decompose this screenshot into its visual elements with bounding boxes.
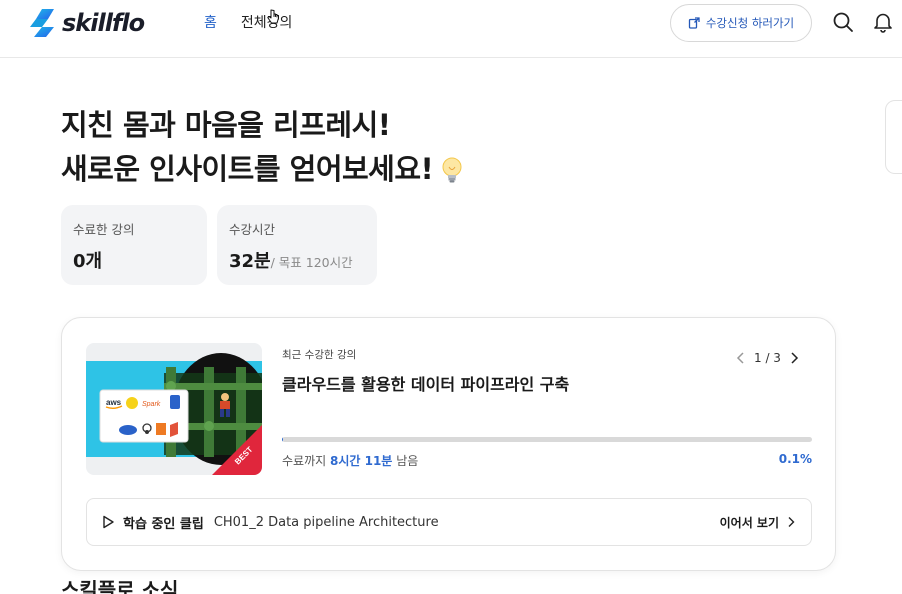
enroll-button[interactable]: 수강신청 하러가기 xyxy=(670,4,812,42)
continue-watching-button[interactable]: 이어서 보기 xyxy=(720,514,797,531)
course-pager: 1 / 3 xyxy=(734,351,801,365)
hero-line-1: 지친 몸과 마음을 리프레시! xyxy=(61,108,391,142)
stat-completed-label: 수료한 강의 xyxy=(73,222,135,237)
recent-course-label: 최근 수강한 강의 xyxy=(282,349,357,361)
side-panel-card[interactable] xyxy=(885,100,902,174)
stat-completed-value: 0개 xyxy=(73,251,103,272)
course-progress-fill xyxy=(282,437,283,442)
lightbulb-icon xyxy=(442,157,462,183)
spark-logo: Spark xyxy=(142,401,161,408)
bell-icon[interactable] xyxy=(872,11,894,33)
nav-home[interactable]: 홈 xyxy=(204,14,217,32)
stat-study-time: 수강시간 32분/ 목표 120시간 xyxy=(217,205,377,285)
search-icon[interactable] xyxy=(832,11,854,33)
external-link-icon xyxy=(688,17,700,29)
hand-cursor-icon xyxy=(267,9,279,24)
recent-course-card: aws Spark BEST 최근 수강한 강의 클라우드를 활용한 데이터 파… xyxy=(61,317,836,571)
play-icon xyxy=(103,515,114,529)
chevron-right-icon[interactable] xyxy=(787,351,801,365)
remaining-time-value: 8시간 11분 xyxy=(330,454,393,468)
aws-logo: aws xyxy=(106,398,122,407)
logo-text: skillflo xyxy=(62,9,145,37)
chevron-left-icon[interactable] xyxy=(734,351,748,365)
clip-label: 학습 중인 클립 xyxy=(123,516,204,532)
logo-mark-icon xyxy=(30,9,54,37)
progress-percent: 0.1% xyxy=(778,452,812,466)
stat-study-time-value: 32분 xyxy=(229,251,271,272)
chevron-right-icon xyxy=(788,517,795,527)
pager-text: 1 / 3 xyxy=(754,351,781,365)
enroll-button-label: 수강신청 하러가기 xyxy=(705,16,795,30)
course-title[interactable]: 클라우드를 활용한 데이터 파이프라인 구축 xyxy=(282,371,569,395)
clip-name: CH01_2 Data pipeline Architecture xyxy=(213,514,439,530)
current-clip-bar[interactable]: 학습 중인 클립 CH01_2 Data pipeline Architectu… xyxy=(86,498,812,546)
course-thumbnail[interactable]: aws Spark BEST xyxy=(86,343,262,475)
top-header: skillflo 홈 전체강의 수강신청 하러가기 xyxy=(0,0,902,58)
stat-study-time-label: 수강시간 xyxy=(229,222,276,237)
course-progress-bar xyxy=(282,437,812,442)
course-thumbnail-art: aws Spark BEST xyxy=(86,343,262,475)
stat-study-time-goal: / 목표 120시간 xyxy=(270,255,353,270)
stat-completed: 수료한 강의 0개 xyxy=(61,205,207,285)
news-section-title: 스킬플로 소식 xyxy=(61,578,179,594)
skillflo-logo[interactable]: skillflo xyxy=(28,7,145,39)
hero-heading: 지친 몸과 마음을 리프레시! 새로운 인사이트를 얻어보세요! xyxy=(61,103,465,191)
remaining-time: 수료까지 8시간 11분 남음 xyxy=(282,454,419,468)
hero-line-2: 새로운 인사이트를 얻어보세요! xyxy=(61,147,465,191)
